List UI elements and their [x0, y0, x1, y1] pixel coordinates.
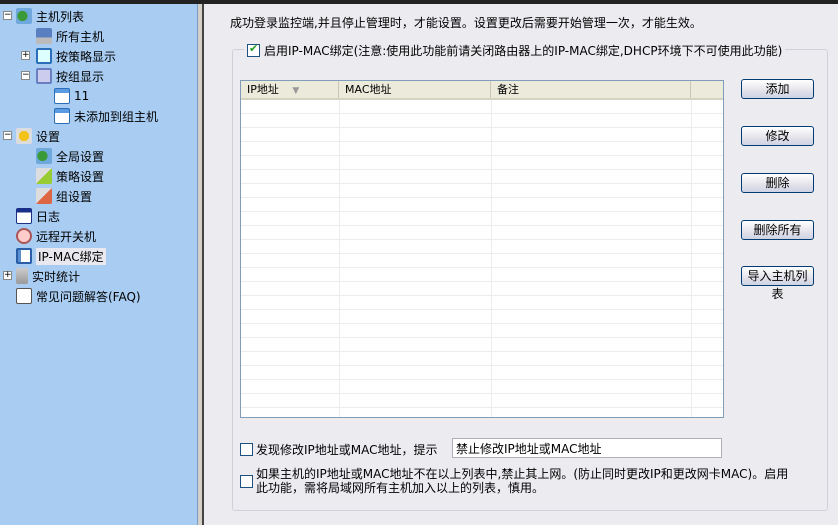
tree-item-all-hosts[interactable]: 所有主机	[36, 26, 104, 46]
table-icon	[54, 88, 70, 104]
alert-message-input[interactable]	[452, 438, 722, 458]
column-divider	[491, 100, 492, 417]
tree-item-settings[interactable]: 设置	[16, 126, 60, 146]
delete-all-button[interactable]: 删除所有	[741, 220, 814, 240]
host-list-icon	[16, 8, 32, 24]
tree-item-by-policy[interactable]: 按策略显示	[36, 46, 116, 66]
table-header: IP地址 ▼ MAC地址 备注	[241, 81, 723, 100]
expand-toggle[interactable]: +	[21, 51, 30, 60]
notice-text: 成功登录监控端,并且停止管理时，才能设置。设置更改后需要开始管理一次，才能生效。	[230, 16, 702, 30]
settings-icon	[16, 128, 32, 144]
log-icon	[16, 208, 32, 224]
add-button[interactable]: 添加	[741, 79, 814, 99]
collapse-toggle[interactable]: −	[21, 71, 30, 80]
import-host-list-button[interactable]: 导入主机列表	[741, 266, 814, 301]
splitter[interactable]	[198, 4, 204, 525]
binding-table[interactable]: IP地址 ▼ MAC地址 备注	[240, 80, 724, 418]
column-header-ip[interactable]: IP地址 ▼	[241, 81, 339, 98]
expand-toggle[interactable]: +	[3, 271, 12, 280]
column-divider	[691, 100, 692, 417]
group-monitor-icon	[36, 68, 52, 84]
enable-binding-checkbox[interactable]: 启用IP-MAC绑定(注意:使用此功能前请关闭路由器上的IP-MAC绑定,DHC…	[244, 42, 786, 59]
delete-button[interactable]: 删除	[741, 173, 814, 193]
tree-item-ungrouped[interactable]: 未添加到组主机	[54, 106, 158, 126]
table-icon	[54, 108, 70, 124]
column-header-note[interactable]: 备注	[491, 81, 691, 98]
group-settings-icon	[36, 188, 52, 204]
edit-button[interactable]: 修改	[741, 126, 814, 146]
tree-item-log[interactable]: 日志	[16, 206, 60, 226]
tree-item-global-settings[interactable]: 全局设置	[36, 146, 104, 166]
tree-item-faq[interactable]: 常见问题解答(FAQ)	[16, 286, 141, 306]
tree-item-realtime-stats[interactable]: 实时统计	[16, 266, 80, 286]
computer-icon	[36, 28, 52, 44]
ip-mac-icon	[16, 248, 32, 264]
sort-arrow-icon: ▼	[292, 86, 300, 96]
block-unlisted-checkbox[interactable]: 如果主机的IP地址或MAC地址不在以上列表中,禁止其上网。(防止同时更改IP和更…	[240, 467, 800, 495]
tree-item-ip-mac-binding[interactable]: IP-MAC绑定	[16, 246, 106, 266]
global-settings-icon	[36, 148, 52, 164]
tree-item-group-settings[interactable]: 组设置	[36, 186, 92, 206]
column-divider	[339, 100, 340, 417]
column-header-filler	[691, 81, 723, 98]
remote-power-icon	[16, 228, 32, 244]
collapse-toggle[interactable]: −	[3, 131, 12, 140]
ip-mac-panel: 成功登录监控端,并且停止管理时，才能设置。设置更改后需要开始管理一次，才能生效。…	[206, 4, 838, 525]
tree-item-by-group[interactable]: 按组显示	[36, 66, 104, 86]
tree-item-group-11[interactable]: 11	[54, 86, 89, 106]
checkbox[interactable]	[247, 42, 260, 57]
tree-item-host-list[interactable]: 主机列表	[16, 6, 84, 26]
checkbox[interactable]	[240, 443, 253, 456]
faq-icon	[16, 288, 32, 304]
nav-tree[interactable]: − 主机列表 所有主机 + 按策略显示 − 按组显示 11 未添加到组主机 − …	[0, 4, 198, 525]
tree-item-remote-power[interactable]: 远程开关机	[16, 226, 96, 246]
monitor-icon	[36, 48, 52, 64]
tree-item-policy-settings[interactable]: 策略设置	[36, 166, 104, 186]
checkbox[interactable]	[240, 475, 253, 488]
column-header-mac[interactable]: MAC地址	[339, 81, 491, 98]
collapse-toggle[interactable]: −	[3, 11, 12, 20]
policy-settings-icon	[36, 168, 52, 184]
change-alert-checkbox[interactable]: 发现修改IP地址或MAC地址，提示	[240, 441, 438, 458]
stats-icon	[16, 268, 28, 284]
